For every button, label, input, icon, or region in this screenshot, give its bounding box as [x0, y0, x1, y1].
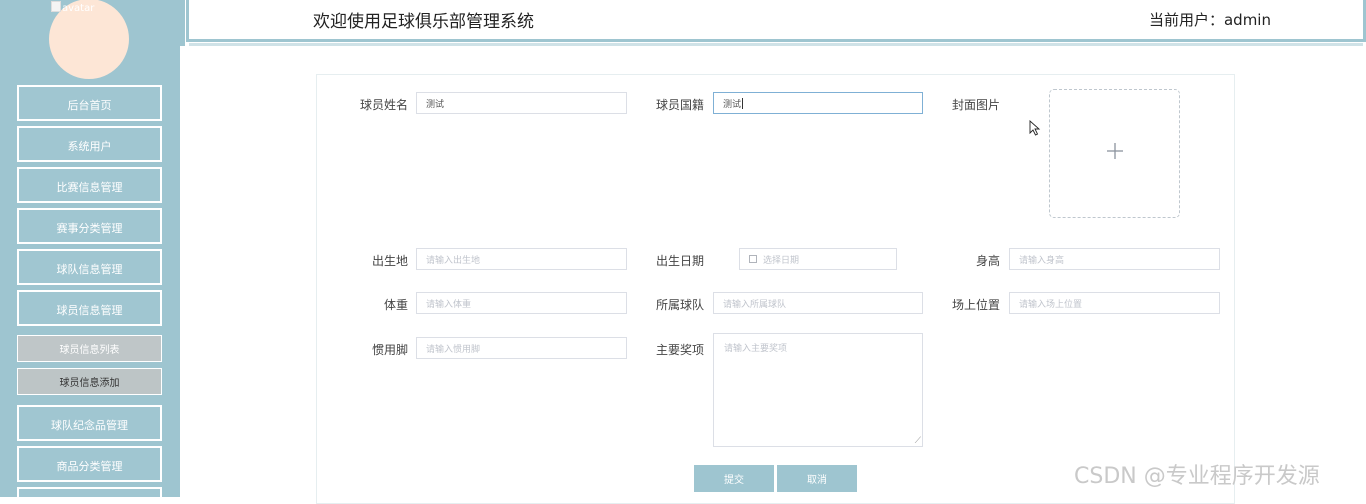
awards-placeholder: 请输入主要奖项: [724, 344, 788, 354]
watermark: CSDN @专业程序开发源: [1074, 464, 1320, 489]
height-input[interactable]: 请输入身高: [1009, 248, 1220, 270]
team-input[interactable]: 请输入所属球队: [713, 292, 923, 314]
avatar-alt-text: avatar: [51, 1, 94, 14]
nationality-label: 球员国籍: [655, 98, 704, 112]
name-input[interactable]: 测试: [416, 92, 627, 114]
team-label: 所属球队: [655, 298, 704, 312]
sidebar-item-event-category[interactable]: 赛事分类管理: [17, 208, 162, 244]
weight-label: 体重: [383, 298, 408, 312]
name-input-value: 测试: [426, 99, 445, 110]
foot-placeholder: 请输入惯用脚: [426, 344, 481, 355]
nationality-input-value: 测试: [723, 99, 742, 110]
sidebar-item-label: 系统用户: [67, 139, 112, 153]
sidebar-item-label: 后台首页: [67, 98, 112, 112]
sidebar: avatar 后台首页 系统用户 比赛信息管理 赛事分类管理 球队信息管理 球员…: [0, 0, 180, 497]
birthdate-picker[interactable]: 选择日期: [739, 248, 897, 270]
position-label: 场上位置: [951, 298, 1000, 312]
sidebar-item-label: 球队信息管理: [56, 262, 123, 276]
sidebar-item-match-info[interactable]: 比赛信息管理: [17, 167, 162, 203]
awards-label: 主要奖项: [655, 343, 704, 357]
calendar-icon: [749, 255, 757, 263]
sidebar-item-souvenir[interactable]: 球队纪念品管理: [17, 405, 162, 441]
foot-input[interactable]: 请输入惯用脚: [416, 337, 627, 359]
foot-label: 惯用脚: [371, 343, 408, 357]
mouse-cursor-icon: [1029, 120, 1041, 136]
position-placeholder: 请输入场上位置: [1019, 299, 1083, 310]
sidebar-subitem-player-add[interactable]: 球员信息添加: [17, 368, 162, 395]
plus-icon: [1107, 143, 1123, 159]
nationality-input[interactable]: 测试: [713, 92, 923, 114]
sidebar-item-team-info[interactable]: 球队信息管理: [17, 249, 162, 285]
cover-upload[interactable]: [1049, 89, 1180, 218]
sidebar-item-label: 比赛信息管理: [56, 180, 123, 194]
weight-placeholder: 请输入体重: [426, 299, 472, 310]
text-cursor: [742, 97, 744, 109]
height-label: 身高: [975, 254, 1000, 268]
cancel-button[interactable]: 取消: [777, 465, 857, 492]
sidebar-item-label: 球队纪念品管理: [51, 418, 128, 432]
sidebar-item-product-category[interactable]: 商品分类管理: [17, 446, 162, 482]
name-label: 球员姓名: [359, 98, 408, 112]
height-placeholder: 请输入身高: [1019, 255, 1065, 266]
sidebar-subitem-label: 球员信息列表: [59, 345, 120, 356]
current-user: 当前用户：admin: [1148, 11, 1271, 29]
sidebar-item-system-users[interactable]: 系统用户: [17, 126, 162, 162]
birthdate-placeholder: 选择日期: [763, 255, 800, 266]
sidebar-item-label: 商品分类管理: [56, 459, 123, 473]
birthdate-label: 出生日期: [655, 254, 704, 268]
sidebar-subitem-player-list[interactable]: 球员信息列表: [17, 335, 162, 362]
header-left-stripe: [180, 0, 185, 46]
sidebar-subitem-label: 球员信息添加: [59, 378, 120, 389]
sidebar-item-home[interactable]: 后台首页: [17, 85, 162, 121]
awards-textarea[interactable]: 请输入主要奖项 ⟋: [713, 333, 923, 447]
sidebar-item-more[interactable]: [17, 487, 162, 497]
page-title: 欢迎使用足球俱乐部管理系统: [313, 12, 534, 32]
submit-button[interactable]: 提交: [694, 465, 774, 492]
weight-input[interactable]: 请输入体重: [416, 292, 627, 314]
sidebar-item-player-info[interactable]: 球员信息管理: [17, 290, 162, 326]
sidebar-item-label: 赛事分类管理: [56, 221, 123, 235]
team-placeholder: 请输入所属球队: [723, 299, 787, 310]
position-input[interactable]: 请输入场上位置: [1009, 292, 1220, 314]
birthplace-input[interactable]: 请输入出生地: [416, 248, 627, 270]
cover-label: 封面图片: [951, 98, 1000, 112]
resize-handle-icon[interactable]: ⟋: [915, 437, 921, 446]
sidebar-item-label: 球员信息管理: [56, 303, 123, 317]
header: 欢迎使用足球俱乐部管理系统 当前用户：admin: [186, 0, 1366, 46]
birthplace-label: 出生地: [371, 254, 408, 268]
birthplace-placeholder: 请输入出生地: [426, 255, 481, 266]
